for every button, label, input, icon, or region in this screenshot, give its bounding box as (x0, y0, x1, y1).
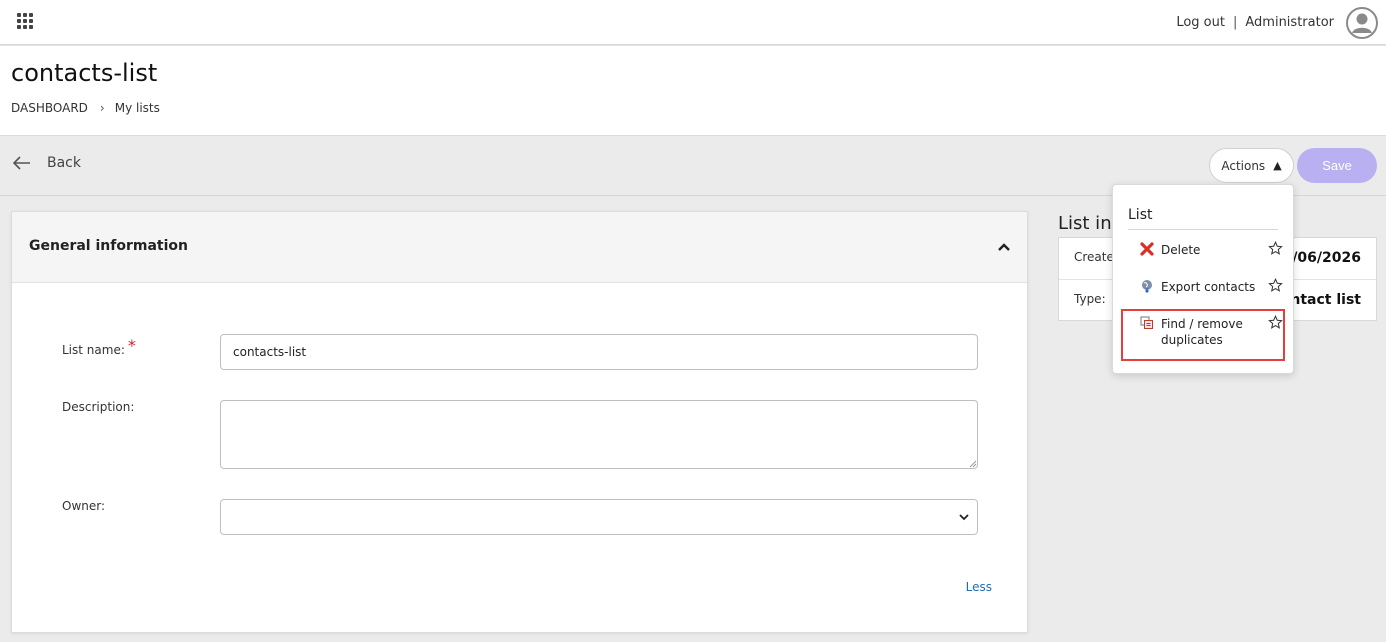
description-label: Description: (62, 400, 135, 414)
back-button[interactable]: Back (13, 155, 81, 171)
breadcrumb-my-lists[interactable]: My lists (115, 101, 160, 115)
actions-dropdown: List Delete Export contacts Find / remov… (1112, 184, 1294, 374)
page-header: contacts-list DASHBOARD › My lists (0, 46, 1386, 136)
list-info-title: List inf (1058, 213, 1118, 234)
resize-handle-icon[interactable] (969, 460, 977, 468)
chevron-down-icon (959, 514, 969, 521)
breadcrumb: DASHBOARD › My lists (11, 101, 160, 115)
delete-icon (1140, 242, 1154, 256)
menu-item-find-remove-duplicates[interactable]: Find / remove duplicates (1128, 315, 1283, 348)
actions-label: Actions (1221, 158, 1266, 173)
menu-item-label: Delete (1161, 243, 1201, 257)
star-icon[interactable] (1268, 278, 1283, 293)
back-label: Back (47, 155, 81, 171)
chevron-up-icon[interactable] (997, 240, 1011, 254)
menu-item-label: Export contacts (1161, 280, 1256, 294)
less-link[interactable]: Less (966, 580, 992, 594)
info-label: Type: (1074, 292, 1106, 306)
avatar-icon[interactable] (1346, 6, 1378, 39)
caret-up-icon: ▲ (1273, 159, 1282, 172)
arrow-left-icon (13, 156, 30, 170)
general-information-card: General information List name: * contacts… (11, 211, 1028, 633)
menu-item-delete[interactable]: Delete (1128, 241, 1283, 258)
list-name-input[interactable]: contacts-list (220, 334, 978, 370)
star-icon[interactable] (1268, 241, 1283, 256)
owner-select[interactable] (220, 499, 978, 535)
actions-button[interactable]: Actions ▲ (1209, 148, 1294, 183)
duplicates-icon (1140, 316, 1153, 329)
top-bar: Log out | Administrator (0, 0, 1386, 45)
breadcrumb-dashboard[interactable]: DASHBOARD (11, 101, 88, 115)
required-asterisk: * (127, 336, 136, 355)
save-button[interactable]: Save (1297, 148, 1377, 183)
separator: | (1232, 15, 1238, 30)
export-icon (1142, 280, 1152, 293)
dropdown-header: List (1128, 207, 1278, 230)
owner-label: Owner: (62, 499, 106, 513)
menu-item-label: Find / remove duplicates (1161, 317, 1243, 347)
user-name[interactable]: Administrator (1245, 15, 1334, 30)
card-title: General information (29, 238, 188, 254)
chevron-right-icon: › (99, 101, 105, 115)
list-name-label: List name: * (62, 336, 136, 358)
apps-grid-icon[interactable] (17, 13, 33, 29)
user-area: Log out | Administrator (1176, 0, 1386, 45)
logout-link[interactable]: Log out (1176, 15, 1225, 30)
page-title: contacts-list (11, 59, 158, 87)
list-name-label-text: List name: (62, 343, 125, 357)
card-header[interactable]: General information (12, 212, 1027, 283)
info-label: Create (1074, 250, 1114, 264)
menu-item-export-contacts[interactable]: Export contacts (1128, 278, 1283, 295)
info-value: 4/06/2026 (1282, 250, 1361, 266)
description-textarea[interactable] (220, 400, 978, 469)
star-icon[interactable] (1268, 315, 1283, 330)
